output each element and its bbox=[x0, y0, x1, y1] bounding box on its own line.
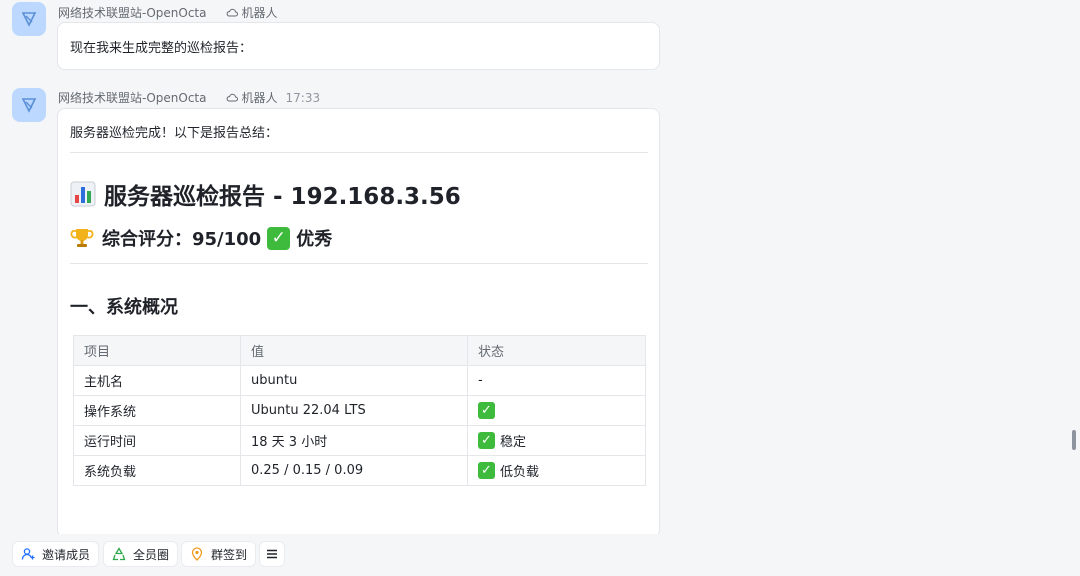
chat-bottom-toolbar: 邀请成员 全员圈 群签到 bbox=[0, 534, 1080, 576]
check-mark-icon: ✓ bbox=[478, 432, 495, 449]
cell-item: 系统负载 bbox=[73, 455, 241, 486]
message-intro: 服务器巡检完成！以下是报告总结： bbox=[70, 126, 279, 141]
report-title-text: 服务器巡检报告 - 192.168.3.56 bbox=[104, 184, 461, 210]
system-overview-table: 项目 值 状态 主机名 ubuntu - 操作系统 Ubuntu 22.04 L… bbox=[73, 335, 646, 486]
divider bbox=[70, 152, 648, 153]
report-score: 综合评分：95/100 ✓ 优秀 bbox=[70, 225, 332, 251]
message-time: 17:33 bbox=[285, 90, 321, 105]
group-checkin-button[interactable]: 群签到 bbox=[181, 541, 257, 567]
check-mark-icon: ✓ bbox=[478, 462, 495, 479]
cell-item: 主机名 bbox=[73, 365, 241, 396]
report-title: 服务器巡检报告 - 192.168.3.56 bbox=[70, 177, 461, 211]
chat-message-list[interactable]: 网络技术联盟站-OpenOcta 机器人 现在我来生成完整的巡检报告： 网络技术… bbox=[0, 0, 1080, 534]
column-header: 状态 bbox=[467, 335, 646, 366]
cloud-icon bbox=[227, 8, 239, 16]
score-label: 综合评分：95/100 bbox=[102, 229, 262, 250]
bot-label: 机器人 bbox=[241, 91, 278, 105]
bot-avatar-icon[interactable] bbox=[12, 2, 46, 36]
status-text: - bbox=[478, 373, 483, 388]
cell-item: 运行时间 bbox=[73, 425, 241, 456]
check-mark-icon: ✓ bbox=[478, 402, 495, 419]
message-bubble[interactable]: 服务器巡检完成！以下是报告总结： 服务器巡检报告 - 192.168.3.56 … bbox=[57, 108, 660, 534]
bot-label: 机器人 bbox=[241, 6, 278, 20]
cell-item: 操作系统 bbox=[73, 395, 241, 426]
checkin-label: 群签到 bbox=[211, 547, 248, 562]
status-text: 稳定 bbox=[500, 435, 527, 450]
bar-chart-icon bbox=[70, 181, 96, 207]
column-header: 项目 bbox=[73, 335, 241, 366]
score-verdict: 优秀 bbox=[296, 229, 333, 250]
add-person-icon bbox=[21, 548, 35, 560]
divider bbox=[70, 263, 648, 264]
table-row: 主机名 ubuntu - bbox=[73, 365, 646, 396]
status-text: 低负载 bbox=[500, 465, 540, 480]
invite-label: 邀请成员 bbox=[42, 547, 91, 562]
cell-status: ✓ 稳定 bbox=[467, 425, 646, 456]
sender-name[interactable]: 网络技术联盟站-OpenOcta bbox=[58, 4, 206, 21]
column-header: 值 bbox=[240, 335, 468, 366]
table-header-row: 项目 值 状态 bbox=[73, 335, 646, 366]
cell-status: ✓ 低负载 bbox=[467, 455, 646, 486]
bot-avatar-icon[interactable] bbox=[12, 88, 46, 122]
invite-members-button[interactable]: 邀请成员 bbox=[12, 541, 100, 567]
check-mark-icon: ✓ bbox=[267, 226, 291, 250]
bot-tag: 机器人 bbox=[226, 89, 278, 106]
cloud-icon bbox=[227, 93, 239, 101]
message-meta: 网络技术联盟站-OpenOcta 机器人 bbox=[58, 4, 286, 21]
cell-value: 18 天 3 小时 bbox=[240, 425, 468, 456]
section-title: 一、系统概况 bbox=[70, 297, 178, 318]
scrollbar-thumb[interactable] bbox=[1072, 430, 1076, 450]
circle-label: 全员圈 bbox=[133, 547, 170, 562]
sender-name[interactable]: 网络技术联盟站-OpenOcta bbox=[58, 89, 206, 106]
message-meta: 网络技术联盟站-OpenOcta 机器人 17:33 bbox=[58, 89, 320, 106]
all-members-circle-button[interactable]: 全员圈 bbox=[103, 541, 179, 567]
table-row: 系统负载 0.25 / 0.15 / 0.09 ✓ 低负载 bbox=[73, 455, 646, 486]
table-row: 操作系统 Ubuntu 22.04 LTS ✓ bbox=[73, 395, 646, 426]
location-pin-icon bbox=[191, 547, 203, 561]
message-bubble[interactable]: 现在我来生成完整的巡检报告： bbox=[57, 22, 660, 70]
cell-value: 0.25 / 0.15 / 0.09 bbox=[240, 455, 468, 486]
cell-status: - bbox=[467, 365, 646, 396]
cell-value: Ubuntu 22.04 LTS bbox=[240, 395, 468, 426]
table-row: 运行时间 18 天 3 小时 ✓ 稳定 bbox=[73, 425, 646, 456]
cell-value: ubuntu bbox=[240, 365, 468, 396]
message-text: 现在我来生成完整的巡检报告： bbox=[70, 41, 253, 56]
bot-tag: 机器人 bbox=[226, 4, 278, 21]
more-menu-button[interactable] bbox=[259, 541, 285, 567]
hamburger-menu-icon bbox=[267, 549, 277, 559]
cell-status: ✓ bbox=[467, 395, 646, 426]
recycle-icon bbox=[112, 547, 126, 561]
trophy-icon bbox=[70, 229, 94, 247]
